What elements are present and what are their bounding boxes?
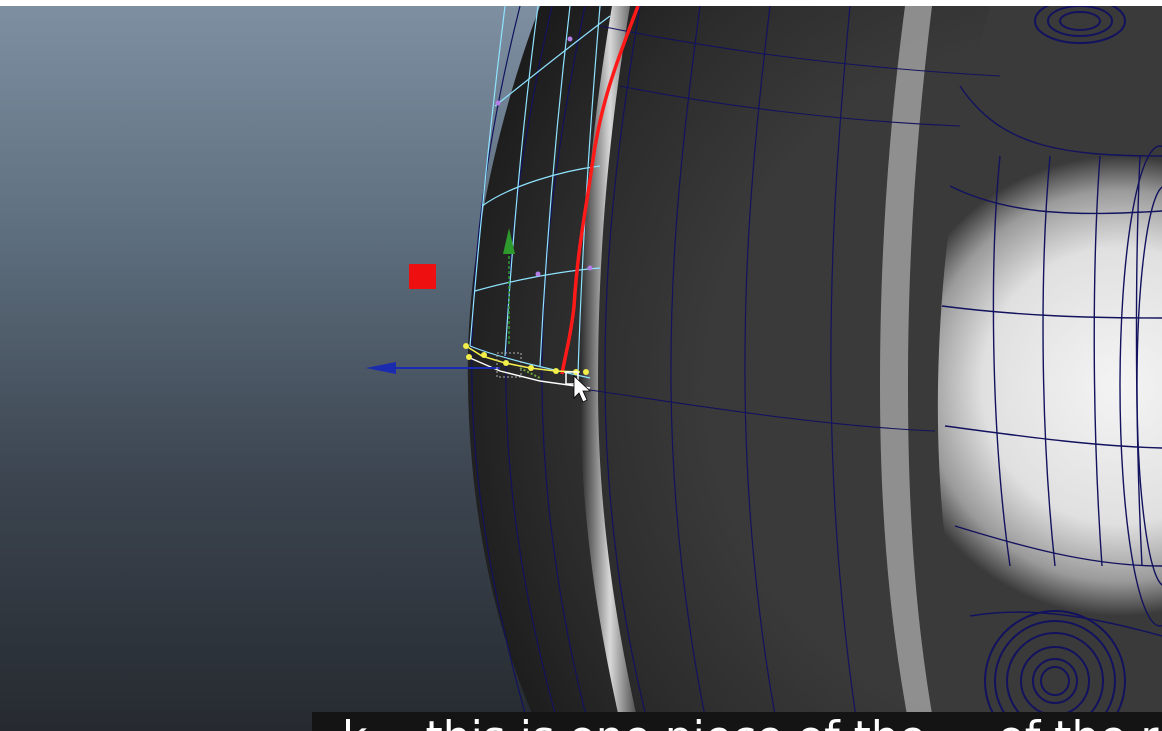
caption-bar: k… this is one piece of the … of the rim… [312, 712, 1162, 731]
rim-hub[interactable] [937, 6, 1162, 731]
caption-text: k… this is one piece of the … of the rim… [342, 716, 1162, 731]
viewport[interactable]: k… this is one piece of the … of the rim… [0, 6, 1162, 731]
red-square-icon[interactable] [409, 264, 436, 289]
arrow-left-icon [366, 362, 396, 374]
mesh-scene[interactable] [0, 6, 1162, 731]
